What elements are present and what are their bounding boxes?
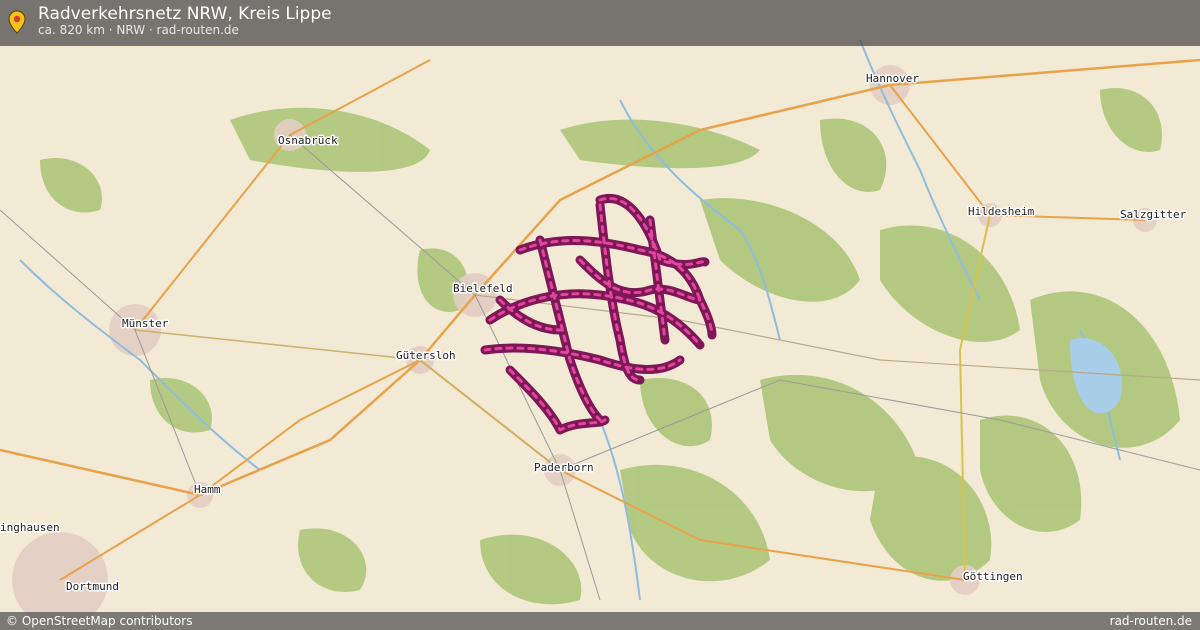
site-link[interactable]: rad-routen.de [1110,612,1192,630]
map-canvas[interactable]: Osnabrück Hannover Hildesheim Salzgitter… [0,0,1200,630]
osm-attribution-link[interactable]: © OpenStreetMap contributors [6,612,192,630]
city-label-dortmund: Dortmund [66,580,119,593]
map-footer: © OpenStreetMap contributors rad-routen.… [0,612,1200,630]
city-label-osnabrueck: Osnabrück [278,134,338,147]
page-title: Radverkehrsnetz NRW, Kreis Lippe [38,4,332,24]
city-label-goettingen: Göttingen [963,570,1023,583]
city-label-salzgitter: Salzgitter [1120,208,1187,221]
city-label-hildesheim: Hildesheim [968,205,1035,218]
city-label-recklinghausen: inghausen [0,521,60,534]
city-label-hannover: Hannover [866,72,919,85]
map-header: Radverkehrsnetz NRW, Kreis Lippe ca. 820… [0,0,1200,46]
city-label-guetersloh: Gütersloh [396,349,456,362]
city-label-paderborn: Paderborn [534,461,594,474]
city-label-muenster: Münster [122,317,169,330]
page-subtitle: ca. 820 km · NRW · rad-routen.de [38,23,239,37]
location-pin-icon [8,10,26,34]
city-label-bielefeld: Bielefeld [453,282,513,295]
city-label-hamm: Hamm [194,483,221,496]
